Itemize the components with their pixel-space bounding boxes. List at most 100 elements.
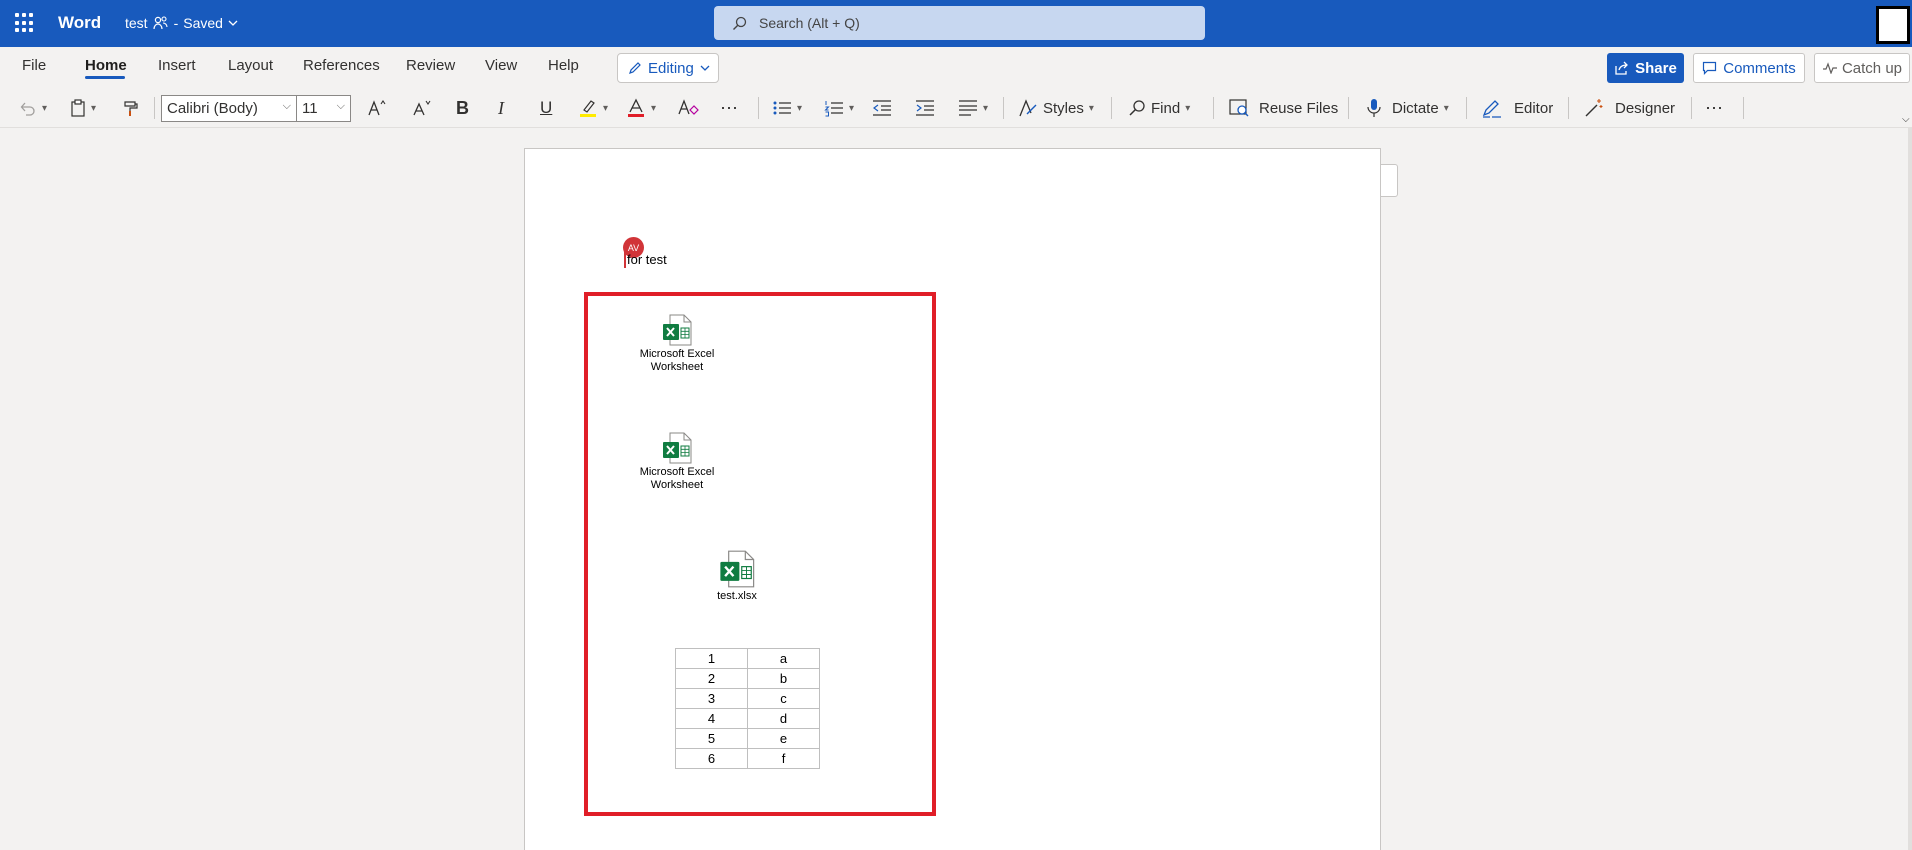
activity-icon [1822, 62, 1837, 74]
embedded-data-table[interactable]: 1 a 2 b 3 c 4 d 5 e 6 f [675, 648, 820, 769]
grow-font-button[interactable] [367, 95, 387, 121]
table-cell[interactable]: c [747, 688, 820, 709]
ribbon-collapse-chevron-icon[interactable]: ⌵ [1902, 114, 1910, 125]
bold-label: B [456, 97, 469, 118]
account-button[interactable] [1876, 6, 1910, 44]
tab-help[interactable]: Help [548, 57, 579, 74]
share-button[interactable]: Share [1607, 53, 1684, 83]
chevron-down-icon: ▾ [1088, 102, 1094, 114]
ribbon-divider [1348, 97, 1349, 119]
excel-file-name: test.xlsx [717, 590, 757, 602]
ribbon-divider [1466, 97, 1467, 119]
more-font-options-button[interactable]: ⋯ [720, 95, 738, 121]
table-cell[interactable]: b [747, 668, 820, 689]
designer-button[interactable]: Designer [1584, 95, 1675, 121]
bold-button[interactable]: B [456, 95, 469, 121]
table-row: 5 e [675, 728, 820, 749]
font-size-select[interactable]: 11 ⌵ [296, 95, 351, 122]
tab-references[interactable]: References [303, 57, 380, 74]
decrease-indent-button[interactable] [872, 95, 892, 121]
more-icon: ⋯ [1705, 97, 1723, 118]
shared-people-icon [152, 16, 168, 30]
underline-button[interactable]: U [540, 95, 552, 121]
tab-layout[interactable]: Layout [228, 57, 273, 74]
paste-button[interactable]: ▾ [70, 95, 96, 121]
chevron-down-icon: ▾ [42, 102, 48, 114]
excel-object-label-line1: Microsoft Excel [639, 466, 715, 478]
tab-file[interactable]: File [22, 57, 46, 74]
editor-label: Editor [1514, 99, 1554, 117]
undo-button[interactable]: ▾ [19, 95, 47, 121]
page-side-tab[interactable] [1381, 164, 1398, 197]
app-name[interactable]: Word [58, 13, 101, 33]
alignment-button[interactable]: ▾ [958, 95, 988, 121]
clipboard-icon [71, 99, 85, 117]
embedded-excel-object[interactable]: Microsoft Excel Worksheet [632, 432, 722, 492]
numbering-button[interactable]: ▾ [824, 95, 854, 121]
excel-file-icon [720, 550, 755, 588]
comments-button[interactable]: Comments [1693, 53, 1805, 83]
table-cell[interactable]: f [747, 748, 820, 769]
chevron-down-icon[interactable] [228, 19, 238, 27]
bullet-list-icon [773, 101, 791, 115]
document-title-area[interactable]: test - Saved [125, 15, 238, 31]
document-title[interactable]: test [125, 15, 148, 31]
search-box[interactable]: Search (Alt + Q) [714, 6, 1205, 40]
chevron-down-icon: ▾ [797, 102, 803, 114]
tab-review[interactable]: Review [406, 57, 455, 74]
italic-button[interactable]: I [498, 95, 504, 121]
italic-label: I [498, 97, 504, 118]
app-launcher-icon[interactable] [15, 13, 35, 33]
format-painter-icon [124, 101, 138, 116]
table-cell[interactable]: a [747, 648, 820, 669]
dictate-button[interactable]: Dictate ▾ [1365, 95, 1449, 121]
chevron-down-icon: ▾ [603, 102, 609, 114]
catch-up-button[interactable]: Catch up [1814, 53, 1910, 83]
search-icon [1129, 100, 1145, 116]
table-cell[interactable]: 6 [675, 748, 748, 769]
vertical-scrollbar[interactable] [1908, 128, 1912, 850]
increase-indent-icon [916, 100, 934, 116]
highlight-button[interactable]: ▾ [578, 95, 608, 121]
document-text-line[interactable]: for test [627, 252, 667, 267]
ribbon-divider [1743, 97, 1744, 119]
designer-wand-icon [1585, 99, 1603, 117]
tab-view[interactable]: View [485, 57, 517, 74]
table-row: 2 b [675, 668, 820, 689]
font-color-button[interactable]: ▾ [626, 95, 656, 121]
editing-mode-button[interactable]: Editing [617, 53, 719, 83]
editor-pen-icon [1482, 100, 1501, 118]
format-painter-button[interactable] [122, 95, 140, 121]
reuse-files-button[interactable]: Reuse Files [1228, 95, 1338, 121]
clear-formatting-button[interactable] [677, 95, 699, 121]
find-button[interactable]: Find ▾ [1128, 95, 1190, 121]
table-cell[interactable]: 4 [675, 708, 748, 729]
tab-home[interactable]: Home [85, 57, 127, 74]
embedded-excel-file-test[interactable]: test.xlsx [697, 550, 777, 603]
share-label: Share [1635, 59, 1677, 77]
ribbon-divider [758, 97, 759, 119]
chevron-down-icon: ▾ [1443, 102, 1449, 114]
embedded-excel-object[interactable]: Microsoft Excel Worksheet [632, 314, 722, 374]
styles-button[interactable]: Styles ▾ [1018, 95, 1094, 121]
table-cell[interactable]: 1 [675, 648, 748, 669]
table-cell[interactable]: 2 [675, 668, 748, 689]
table-cell[interactable]: 5 [675, 728, 748, 749]
shrink-font-button[interactable] [412, 95, 432, 121]
designer-label: Designer [1615, 99, 1676, 117]
chevron-down-icon [700, 65, 710, 71]
align-left-icon [959, 100, 977, 116]
editor-button[interactable]: Editor [1481, 95, 1553, 121]
increase-indent-button[interactable] [915, 95, 935, 121]
more-options-button[interactable]: ⋯ [1705, 95, 1723, 121]
title-bar: Word test - Saved Search (Alt + Q) [0, 0, 1912, 47]
clear-formatting-icon [678, 99, 699, 115]
bullets-button[interactable]: ▾ [772, 95, 802, 121]
tab-insert[interactable]: Insert [158, 57, 196, 74]
table-cell[interactable]: e [747, 728, 820, 749]
font-name-select[interactable]: Calibri (Body) ⌵ [161, 95, 297, 122]
table-cell[interactable]: 3 [675, 688, 748, 709]
more-icon: ⋯ [720, 97, 738, 118]
chevron-down-icon: ▾ [849, 102, 855, 114]
table-cell[interactable]: d [747, 708, 820, 729]
